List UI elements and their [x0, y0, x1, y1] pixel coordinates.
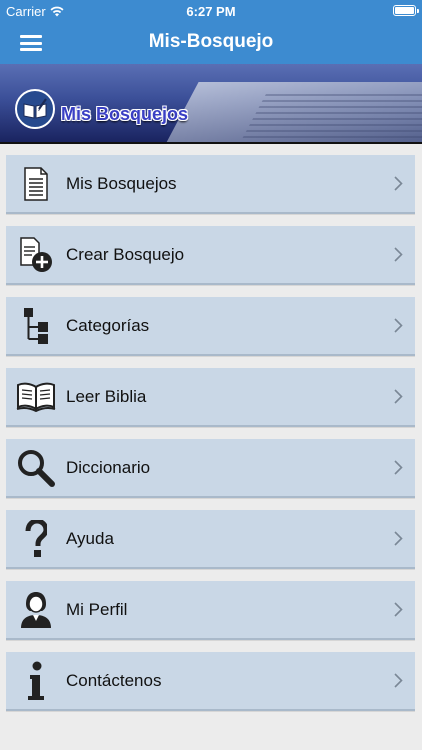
status-bar: Carrier 6:27 PM — [0, 0, 422, 22]
menu-item-label: Diccionario — [66, 457, 151, 477]
menu-item-label: Leer Biblia — [66, 386, 147, 406]
chevron-right-icon — [394, 602, 403, 617]
magnifier-icon — [6, 438, 66, 497]
menu-item-mi-perfil[interactable]: Mi Perfil — [6, 581, 415, 640]
chevron-right-icon — [394, 389, 403, 404]
menu-item-leer-biblia[interactable]: Leer Biblia — [6, 368, 415, 427]
tree-icon — [6, 296, 66, 355]
chevron-right-icon — [394, 247, 403, 262]
banner-title: Mis Bosquejos — [61, 104, 189, 124]
chevron-right-icon — [394, 531, 403, 546]
menu-item-diccionario[interactable]: Diccionario — [6, 439, 415, 498]
menu-item-contactenos[interactable]: Contáctenos — [6, 652, 415, 711]
menu-item-label: Mis Bosquejos — [66, 173, 177, 193]
menu-item-ayuda[interactable]: Ayuda — [6, 510, 415, 569]
clock: 6:27 PM — [186, 4, 236, 19]
navigation-bar: Mis-Bosquejo — [0, 22, 422, 64]
battery-icon — [393, 5, 419, 16]
chevron-right-icon — [394, 318, 403, 333]
nav-title: Mis-Bosquejo — [148, 31, 274, 52]
person-icon — [6, 580, 66, 639]
question-icon — [6, 509, 66, 568]
menu-item-label: Crear Bosquejo — [66, 244, 185, 264]
menu-item-label: Ayuda — [66, 528, 114, 548]
menu-item-label: Mi Perfil — [66, 599, 128, 619]
chevron-right-icon — [394, 460, 403, 475]
menu-item-crear-bosquejo[interactable]: Crear Bosquejo — [6, 226, 415, 285]
menu-item-label: Categorías — [66, 315, 150, 335]
document-add-icon — [6, 225, 66, 284]
chevron-right-icon — [394, 176, 403, 191]
document-icon — [6, 154, 66, 213]
menu-item-mis-bosquejos[interactable]: Mis Bosquejos — [6, 155, 415, 214]
main-menu: Mis Bosquejos Crear Bosquejo Categorías … — [6, 155, 415, 723]
header-banner: Mis Bosquejos — [0, 64, 422, 144]
chevron-right-icon — [394, 673, 403, 688]
info-icon — [6, 651, 66, 710]
open-book-icon — [6, 367, 66, 426]
logo-book-pen-icon — [15, 89, 55, 129]
menu-item-label: Contáctenos — [66, 670, 162, 690]
menu-item-categorias[interactable]: Categorías — [6, 297, 415, 356]
